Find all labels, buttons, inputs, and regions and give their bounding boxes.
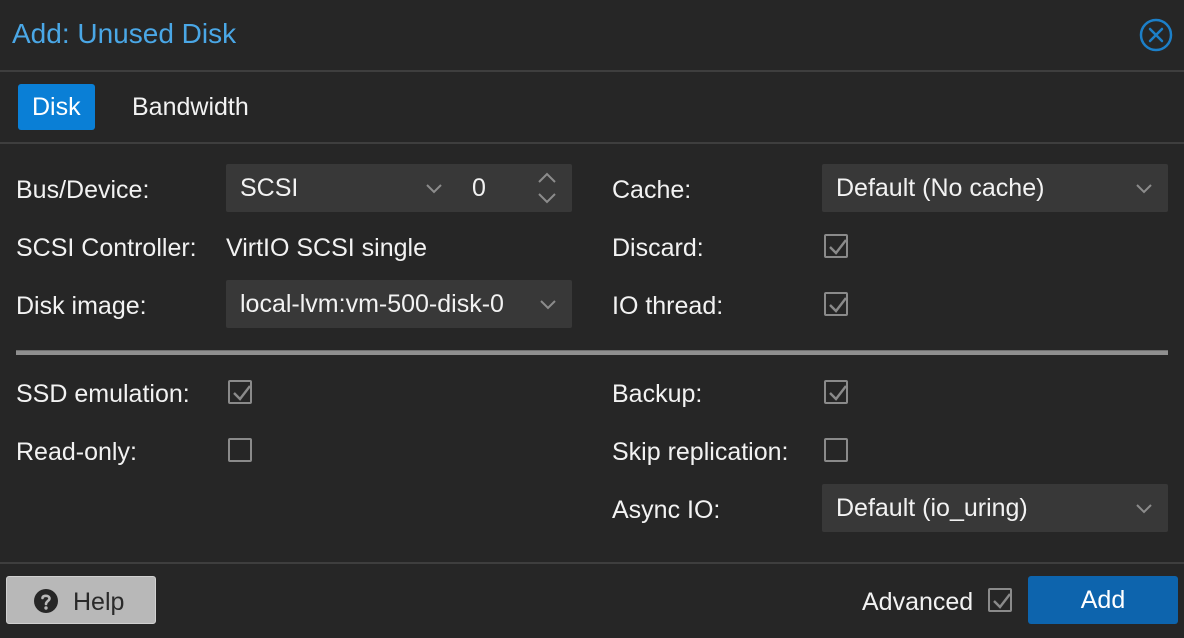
ssd-emulation-label: SSD emulation: [16, 380, 190, 408]
advanced-label: Advanced [862, 588, 974, 616]
spinner-arrows-icon[interactable] [536, 170, 558, 206]
tab-disk[interactable]: Disk [18, 84, 95, 130]
disk-image-select[interactable]: local-lvm:vm-500-disk-0 [226, 280, 572, 328]
discard-label: Discard: [612, 234, 704, 262]
cache-label: Cache: [612, 176, 692, 204]
checkmark-icon [829, 239, 847, 255]
dialog-title: Add: Unused Disk [12, 18, 237, 49]
ssd-emulation-checkbox[interactable] [228, 380, 252, 404]
cache-value: Default (No cache) [836, 174, 1045, 202]
disk-image-label: Disk image: [16, 292, 147, 320]
section-divider [16, 350, 1168, 355]
add-button[interactable]: Add [1028, 576, 1178, 624]
disk-image-value: local-lvm:vm-500-disk-0 [240, 290, 504, 318]
help-button[interactable]: Help [6, 576, 156, 624]
read-only-label: Read-only: [16, 438, 137, 466]
tab-bar: Disk Bandwidth [0, 72, 1184, 144]
help-label: Help [73, 588, 125, 616]
close-icon[interactable] [1139, 18, 1173, 52]
io-thread-label: IO thread: [612, 292, 724, 320]
checkmark-icon [993, 593, 1011, 609]
discard-checkbox[interactable] [824, 234, 848, 258]
cache-select[interactable]: Default (No cache) [822, 164, 1168, 212]
backup-checkbox[interactable] [824, 380, 848, 404]
io-thread-checkbox[interactable] [824, 292, 848, 316]
add-label: Add [1080, 586, 1126, 614]
async-io-label: Async IO: [612, 496, 721, 524]
skip-replication-checkbox[interactable] [824, 438, 848, 462]
question-circle-icon [34, 589, 58, 613]
chevron-down-icon[interactable] [1134, 178, 1154, 198]
bus-device-field: SCSI 0 [226, 164, 572, 212]
bus-device-label: Bus/Device: [16, 176, 150, 204]
skip-replication-label: Skip replication: [612, 438, 789, 466]
checkmark-icon [233, 385, 251, 401]
backup-label: Backup: [612, 380, 703, 408]
device-number-input[interactable]: 0 [472, 174, 486, 203]
chevron-down-icon[interactable] [424, 178, 444, 198]
async-io-select[interactable]: Default (io_uring) [822, 484, 1168, 532]
advanced-checkbox[interactable] [988, 588, 1012, 612]
dialog-titlebar: Add: Unused Disk [0, 0, 1184, 72]
checkmark-icon [829, 385, 847, 401]
read-only-checkbox[interactable] [228, 438, 252, 462]
bus-select[interactable]: SCSI [240, 174, 298, 203]
scsi-controller-value: VirtIO SCSI single [226, 234, 428, 262]
async-io-value: Default (io_uring) [836, 494, 1028, 522]
chevron-down-icon[interactable] [1134, 498, 1154, 518]
scsi-controller-label: SCSI Controller: [16, 234, 197, 262]
chevron-down-icon[interactable] [538, 294, 558, 314]
tab-bandwidth[interactable]: Bandwidth [118, 84, 263, 130]
checkmark-icon [829, 297, 847, 313]
